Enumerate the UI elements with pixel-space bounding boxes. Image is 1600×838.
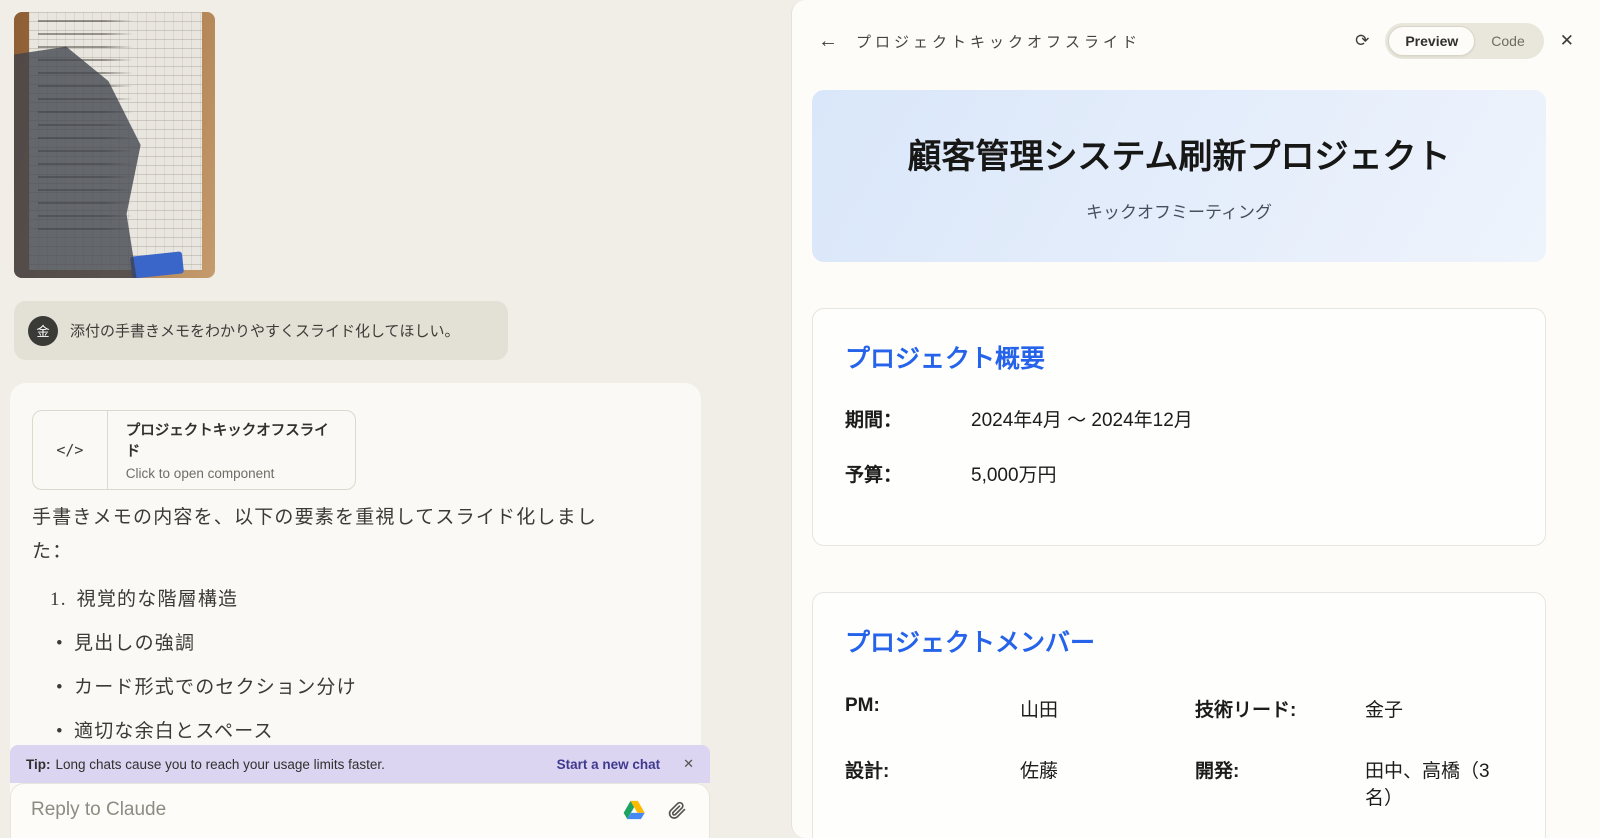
overview-row-label: 予算： <box>845 460 971 487</box>
attached-image-thumbnail[interactable] <box>14 12 215 278</box>
members-card: プロジェクトメンバー PM: 山田 技術リード: 金子 設計: 佐藤 開発: 田… <box>812 592 1546 838</box>
user-message-bubble: 金 添付の手書きメモをわかりやすくスライド化してほしい。 <box>14 301 508 360</box>
artifact-preview-card[interactable]: </> プロジェクトキックオフスライド Click to open compon… <box>32 410 356 490</box>
list-item: カード形式でのセクション分け <box>56 671 632 705</box>
list-item: 適切な余白とスペース <box>56 715 632 749</box>
members-heading: プロジェクトメンバー <box>845 623 1513 659</box>
google-drive-icon[interactable] <box>623 800 645 820</box>
user-avatar[interactable]: 金 <box>28 316 58 346</box>
header-actions: ⟳ Preview Code ✕ <box>1355 23 1574 59</box>
reply-input[interactable] <box>29 798 493 822</box>
overview-row-label: 期間： <box>845 405 971 432</box>
member-value: 田中、高橋（3名） <box>1365 756 1513 810</box>
artifact-subtitle: Click to open component <box>126 466 337 481</box>
tip-message: Long chats cause you to reach your usage… <box>56 757 385 772</box>
list-number-text: 視覚的な階層構造 <box>77 583 239 617</box>
artifact-panel-title: プロジェクトキックオフスライド <box>856 31 1141 52</box>
member-label: 設計: <box>845 756 1020 810</box>
member-label: 技術リード: <box>1195 695 1365 722</box>
message-composer[interactable] <box>10 783 710 838</box>
artifact-title: プロジェクトキックオフスライド <box>126 419 337 461</box>
tab-preview[interactable]: Preview <box>1388 26 1475 56</box>
list-item: 見出しの強調 <box>56 627 632 661</box>
user-message-text: 添付の手書きメモをわかりやすくスライド化してほしい。 <box>70 320 460 341</box>
overview-heading: プロジェクト概要 <box>845 339 1513 375</box>
slide-title: 顧客管理システム刷新プロジェクト <box>908 129 1451 178</box>
assistant-intro-text: 手書きメモの内容を、以下の要素を重視してスライド化しました： <box>32 501 632 569</box>
overview-card: プロジェクト概要 期間： 2024年4月 〜 2024年12月 予算： 5,00… <box>812 308 1546 546</box>
code-icon: </> <box>33 411 108 489</box>
artifact-preview-content: 顧客管理システム刷新プロジェクト キックオフミーティング プロジェクト概要 期間… <box>792 82 1600 838</box>
app-window: 金 添付の手書きメモをわかりやすくスライド化してほしい。 </> プロジェクトキ… <box>0 0 1600 838</box>
back-arrow-icon[interactable]: ← <box>818 30 838 53</box>
preview-code-toggle: Preview Code <box>1385 23 1543 59</box>
member-value: 金子 <box>1365 695 1513 722</box>
tip-banner: Tip: Long chats cause you to reach your … <box>10 745 710 783</box>
members-grid: PM: 山田 技術リード: 金子 設計: 佐藤 開発: 田中、高橋（3名） テス… <box>845 695 1513 838</box>
list-number: 1. <box>50 583 67 617</box>
paperclip-icon[interactable] <box>667 800 687 820</box>
slide-hero: 顧客管理システム刷新プロジェクト キックオフミーティング <box>812 90 1546 262</box>
slide-subtitle: キックオフミーティング <box>1086 198 1272 223</box>
numbered-list-item: 1. 視覚的な階層構造 <box>32 583 632 617</box>
refresh-icon[interactable]: ⟳ <box>1355 31 1369 51</box>
artifact-panel: ← プロジェクトキックオフスライド ⟳ Preview Code ✕ 顧客管理シ… <box>791 0 1600 838</box>
overview-row-value: 5,000万円 <box>971 460 1057 487</box>
composer-icons <box>623 800 687 820</box>
overview-row: 期間： 2024年4月 〜 2024年12月 <box>845 405 1513 432</box>
notebook-cover <box>130 251 184 278</box>
member-label: 開発: <box>1195 756 1365 810</box>
tip-label: Tip: <box>26 757 51 772</box>
artifact-meta: プロジェクトキックオフスライド Click to open component <box>108 411 355 489</box>
overview-row: 予算： 5,000万円 <box>845 460 1513 487</box>
member-label: PM: <box>845 695 1020 722</box>
tip-close-icon[interactable]: ✕ <box>683 756 694 772</box>
member-value: 山田 <box>1020 695 1195 722</box>
artifact-panel-header: ← プロジェクトキックオフスライド ⟳ Preview Code ✕ <box>792 0 1600 82</box>
bullet-list: 見出しの強調 カード形式でのセクション分け 適切な余白とスペース <box>32 627 632 749</box>
assistant-message-body: 手書きメモの内容を、以下の要素を重視してスライド化しました： 1. 視覚的な階層… <box>32 501 632 749</box>
close-icon[interactable]: ✕ <box>1560 31 1574 51</box>
start-new-chat-link[interactable]: Start a new chat <box>557 757 661 772</box>
member-value: 佐藤 <box>1020 756 1195 810</box>
overview-row-value: 2024年4月 〜 2024年12月 <box>971 405 1193 432</box>
tab-code[interactable]: Code <box>1475 27 1540 55</box>
